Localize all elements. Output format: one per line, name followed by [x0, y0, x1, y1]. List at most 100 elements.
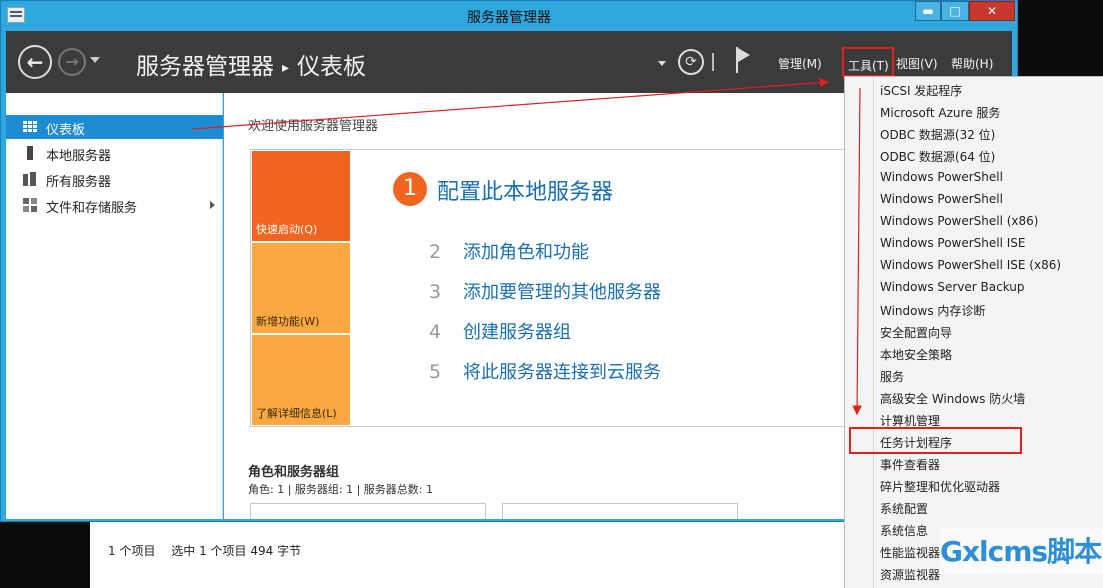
tools-menu-item-label: 高级安全 Windows 防火墙 [880, 392, 1026, 406]
tools-menu-item[interactable]: Windows PowerShell ISE [845, 232, 1103, 254]
menu-view[interactable]: 视图(V) [896, 55, 938, 72]
tools-menu-item[interactable]: ODBC 数据源(32 位) [845, 122, 1103, 144]
step-1-badge: 1 [393, 172, 427, 206]
step-link[interactable]: 添加角色和功能 [463, 242, 589, 263]
header-dropdown-icon[interactable] [658, 61, 666, 66]
screenshot-stage: 1 个项目 选中 1 个项目 494 字节 服务器管理器 ▬ □ ✕ ← → 服… [0, 0, 1103, 588]
dashboard-icon [23, 121, 37, 133]
tools-menu-item-label: 系统配置 [880, 502, 929, 516]
tools-menu-item[interactable]: Windows 内存诊断 [845, 298, 1103, 320]
step-configure-local-server[interactable]: 配置此本地服务器 [437, 174, 613, 206]
history-dropdown-icon[interactable] [90, 57, 100, 63]
step-create-group[interactable]: 4 创建服务器组 [429, 318, 571, 344]
expand-arrow-icon[interactable] [210, 201, 215, 209]
forward-arrow-icon[interactable]: → [58, 48, 86, 76]
tools-menu-item-label: ODBC 数据源(32 位) [880, 128, 996, 142]
tools-menu-item[interactable]: 碎片整理和优化驱动器 [845, 474, 1103, 496]
tile-quick-start[interactable]: 快速启动(Q) [252, 151, 350, 241]
sidebar-item-label: 文件和存储服务 [46, 201, 138, 216]
tools-menu-item-label: 本地安全策略 [880, 348, 953, 362]
tools-menu-item-label: Windows 内存诊断 [880, 304, 986, 318]
highlight-box-task-scheduler [849, 427, 1022, 454]
tools-menu-item[interactable]: Windows PowerShell (x86) [845, 210, 1103, 232]
tile-whats-new[interactable]: 新增功能(W) [252, 243, 350, 333]
tile-label: 新增功能(W) [256, 315, 320, 328]
window-title: 服务器管理器 [467, 10, 551, 26]
tools-menu-item-label: 性能监视器 [880, 546, 941, 560]
tools-menu-item[interactable]: iSCSI 发起程序 [845, 78, 1103, 100]
minimize-button[interactable]: ▬ [915, 1, 941, 21]
tools-menu-item-label: 服务 [880, 370, 905, 384]
tools-menu-item-label: Windows PowerShell [880, 170, 1003, 184]
step-add-roles[interactable]: 2 添加角色和功能 [429, 238, 589, 264]
tools-menu-item-label: 系统信息 [880, 524, 929, 538]
sidebar-item-label: 所有服务器 [46, 175, 112, 190]
sidebar-item-label: 本地服务器 [46, 149, 112, 164]
breadcrumb-root[interactable]: 服务器管理器 [136, 54, 274, 80]
tools-menu-item[interactable]: Windows PowerShell [845, 166, 1103, 188]
title-bar[interactable]: 服务器管理器 ▬ □ ✕ [1, 1, 1017, 31]
tools-dropdown-menu: iSCSI 发起程序 Microsoft Azure 服务 ODBC 数据源(32 … [844, 76, 1103, 588]
tools-menu-item[interactable]: Windows Server Backup [845, 276, 1103, 298]
refresh-icon[interactable]: ⟳ [678, 49, 704, 75]
step-number: 2 [429, 241, 442, 263]
close-button[interactable]: ✕ [969, 1, 1015, 21]
file-storage-icon [23, 198, 37, 212]
tools-menu-item-label: Windows PowerShell ISE (x86) [880, 258, 1062, 272]
notification-flag-icon[interactable] [734, 47, 754, 73]
sidebar-item-label: 仪表板 [46, 123, 86, 138]
tools-menu-item-label: 资源监视器 [880, 568, 941, 582]
tools-menu-item[interactable]: 高级安全 Windows 防火墙 [845, 386, 1103, 408]
role-card[interactable] [502, 503, 738, 519]
tools-menu-item-label: 事件查看器 [880, 458, 941, 472]
breadcrumb: 服务器管理器 ▸ 仪表板 [136, 47, 366, 81]
tools-menu-item[interactable]: 服务 [845, 364, 1103, 386]
step-number: 3 [429, 281, 442, 303]
tools-menu-item[interactable]: 本地安全策略 [845, 342, 1103, 364]
server-icon [27, 146, 33, 160]
explorer-status-text: 1 个项目 选中 1 个项目 494 字节 [108, 542, 313, 559]
tools-menu-item-label: Windows PowerShell [880, 192, 1003, 206]
step-link[interactable]: 将此服务器连接到云服务 [463, 362, 661, 383]
tools-menu-item-label: 碎片整理和优化驱动器 [880, 480, 1001, 494]
explorer-item-count: 1 个项目 [108, 544, 156, 558]
tools-menu-item-label: Windows PowerShell (x86) [880, 214, 1039, 228]
watermark: Gxlcms脚本 [940, 528, 1103, 574]
watermark-text: Gxlcms脚本 [940, 535, 1102, 568]
quick-start-panel: 快速启动(Q) 新增功能(W) 了解详细信息(L) 1 配置此本地服务器 2 添加… [250, 149, 850, 427]
tools-menu-item[interactable]: Windows PowerShell ISE (x86) [845, 254, 1103, 276]
breadcrumb-current: 仪表板 [297, 54, 367, 80]
sidebar-item-file-storage[interactable]: 文件和存储服务 [6, 193, 223, 217]
tools-menu-item[interactable]: Microsoft Azure 服务 [845, 100, 1103, 122]
roles-section-title: 角色和服务器组 [248, 465, 340, 480]
step-connect-cloud[interactable]: 5 将此服务器连接到云服务 [429, 358, 661, 384]
tools-menu-item-label: Windows PowerShell ISE [880, 236, 1026, 250]
sidebar-item-all-servers[interactable]: 所有服务器 [6, 167, 223, 191]
tools-menu-item[interactable]: 系统配置 [845, 496, 1103, 518]
role-card[interactable] [250, 503, 486, 519]
tools-menu-item-label: Microsoft Azure 服务 [880, 106, 1001, 120]
back-arrow-icon[interactable]: ← [18, 45, 52, 79]
header-divider [712, 53, 714, 71]
step-number: 4 [429, 321, 442, 343]
tools-menu-item-label: 安全配置向导 [880, 326, 953, 340]
tools-menu-item[interactable]: Windows PowerShell [845, 188, 1103, 210]
explorer-selection-info: 选中 1 个项目 494 字节 [171, 544, 302, 558]
menu-help[interactable]: 帮助(H) [951, 55, 993, 72]
welcome-title: 欢迎使用服务器管理器 [248, 119, 379, 134]
sidebar-item-dashboard[interactable]: 仪表板 [6, 115, 223, 139]
step-link[interactable]: 添加要管理的其他服务器 [463, 282, 661, 303]
step-add-servers[interactable]: 3 添加要管理的其他服务器 [429, 278, 661, 304]
menu-tools[interactable]: 工具(T) [842, 47, 894, 77]
tile-learn-more[interactable]: 了解详细信息(L) [252, 335, 350, 425]
step-link[interactable]: 创建服务器组 [463, 322, 571, 343]
tools-menu-item[interactable]: 安全配置向导 [845, 320, 1103, 342]
tools-menu-item[interactable]: ODBC 数据源(64 位) [845, 144, 1103, 166]
tile-label: 快速启动(Q) [256, 223, 318, 236]
tools-menu-item-label: ODBC 数据源(64 位) [880, 150, 996, 164]
sidebar-item-local-server[interactable]: 本地服务器 [6, 141, 223, 165]
step-number: 5 [429, 361, 442, 383]
menu-manage[interactable]: 管理(M) [778, 55, 822, 72]
maximize-button[interactable]: □ [941, 1, 969, 21]
tools-menu-item[interactable]: 事件查看器 [845, 452, 1103, 474]
